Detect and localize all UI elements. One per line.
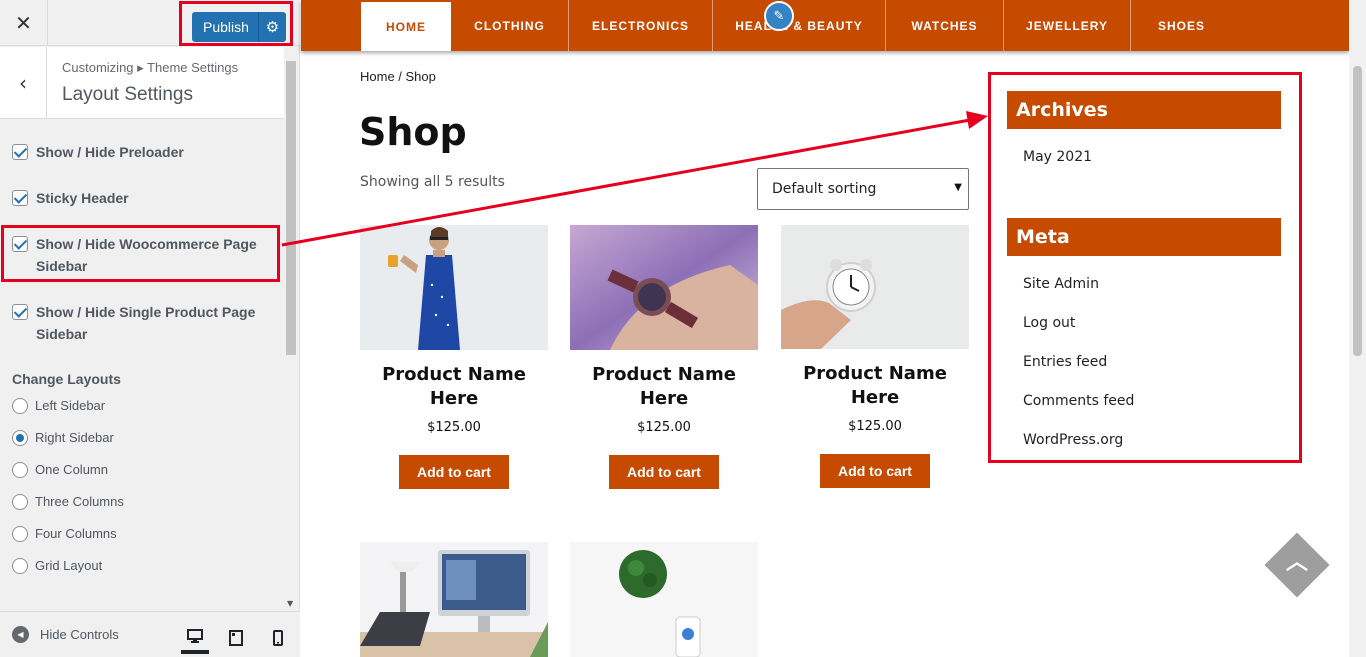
product-name[interactable]: Product Name Here <box>781 362 969 410</box>
product-image[interactable] <box>360 225 548 350</box>
preview-scrollbar[interactable] <box>1349 0 1366 657</box>
meta-link-wordpress-org[interactable]: WordPress.org <box>1023 432 1123 448</box>
product-image[interactable] <box>781 225 969 349</box>
woocommerce-sidebar-highlight-box <box>1 225 280 282</box>
site-preview: HOME CLOTHING ELECTRONICS HEALTH & BEAUT… <box>300 0 1349 657</box>
nav-watches[interactable]: WATCHES <box>886 0 1004 51</box>
edit-pencil-icon[interactable]: ✎ <box>764 1 794 31</box>
result-count: Showing all 5 results <box>360 174 505 190</box>
radio-one-column[interactable]: One Column <box>12 461 108 479</box>
checkbox-checked-icon[interactable] <box>12 190 28 206</box>
publish-label: Publish <box>203 19 249 35</box>
meta-widget-title: Meta <box>1007 218 1281 256</box>
meta-link-log-out[interactable]: Log out <box>1023 315 1075 331</box>
product-card <box>570 542 758 657</box>
close-icon[interactable]: ✕ <box>0 0 48 46</box>
archives-widget-title: Archives <box>1007 91 1281 129</box>
meta-link-entries-feed[interactable]: Entries feed <box>1023 354 1107 370</box>
archive-link[interactable]: May 2021 <box>1023 149 1092 165</box>
checkbox-label: Sticky Header <box>36 190 129 206</box>
nav-home[interactable]: HOME <box>361 2 451 51</box>
nav-electronics[interactable]: ELECTRONICS <box>569 0 713 51</box>
checkbox-label: Show / Hide Preloader <box>36 144 184 160</box>
nav-health-beauty[interactable]: HEALTH & BEAUTY <box>713 0 886 51</box>
section-title: Layout Settings <box>62 84 193 105</box>
radio-selected-icon[interactable] <box>12 430 28 446</box>
radio-three-columns[interactable]: Three Columns <box>12 493 124 511</box>
section-header: ‹ Customizing ▸ Theme Settings Layout Se… <box>0 47 284 119</box>
hide-controls-button[interactable]: ◀ Hide Controls <box>12 626 119 643</box>
product-card: Product Name Here $125.00 Add to cart <box>360 225 548 489</box>
meta-link-site-admin[interactable]: Site Admin <box>1023 276 1099 292</box>
meta-link-comments-feed[interactable]: Comments feed <box>1023 393 1134 409</box>
change-layouts-heading: Change Layouts <box>12 371 121 387</box>
checkbox-single-product-sidebar[interactable]: Show / Hide Single Product Page Sidebar <box>12 301 272 345</box>
customizer-scrollbar[interactable]: ▼ <box>284 47 299 610</box>
scrollbar-thumb[interactable] <box>286 61 296 355</box>
nav-jewellery[interactable]: JEWELLERY <box>1004 0 1131 51</box>
add-to-cart-button[interactable]: Add to cart <box>399 455 509 489</box>
page-title: Shop <box>359 110 467 154</box>
customizer-footer: ◀ Hide Controls <box>0 611 300 657</box>
radio-left-sidebar[interactable]: Left Sidebar <box>12 397 105 415</box>
customizer-breadcrumb: Customizing ▸ Theme Settings <box>62 60 239 75</box>
publish-highlight-box: Publish ⚙ <box>179 1 293 46</box>
mobile-icon[interactable] <box>264 622 292 654</box>
gear-icon[interactable]: ⚙ <box>258 12 286 42</box>
product-name[interactable]: Product Name Here <box>360 363 548 411</box>
radio-icon[interactable] <box>12 398 28 414</box>
product-image[interactable] <box>360 542 548 657</box>
product-image[interactable] <box>570 225 758 350</box>
chevron-down-icon: ▼ <box>954 182 962 193</box>
customizer-panel: ✕ Publish ⚙ ‹ Customizing ▸ Theme Settin… <box>0 0 300 657</box>
checkbox-sticky-header[interactable]: Sticky Header <box>12 187 272 209</box>
add-to-cart-button[interactable]: Add to cart <box>820 454 930 488</box>
product-price: $125.00 <box>637 420 691 435</box>
product-card: Product Name Here $125.00 Add to cart <box>570 225 758 489</box>
radio-four-columns[interactable]: Four Columns <box>12 525 117 543</box>
customizer-header: ✕ Publish ⚙ <box>0 0 300 46</box>
product-name[interactable]: Product Name Here <box>570 363 758 411</box>
radio-label: Three Columns <box>35 494 124 509</box>
scroll-down-arrow-icon[interactable]: ▼ <box>287 599 293 608</box>
product-price: $125.00 <box>427 420 481 435</box>
checkbox-checked-icon[interactable] <box>12 144 28 160</box>
tablet-icon[interactable] <box>222 622 250 654</box>
sorting-value: Default sorting <box>772 181 877 197</box>
product-price: $125.00 <box>848 419 902 434</box>
checkbox-preloader[interactable]: Show / Hide Preloader <box>12 141 272 163</box>
radio-grid-layout[interactable]: Grid Layout <box>12 557 102 575</box>
back-arrow-icon[interactable]: ‹ <box>0 47 47 118</box>
checkbox-checked-icon[interactable] <box>12 304 28 320</box>
nav-clothing[interactable]: CLOTHING <box>451 0 569 51</box>
sorting-select[interactable]: Default sorting ▼ <box>757 168 969 210</box>
radio-right-sidebar[interactable]: Right Sidebar <box>12 429 114 447</box>
collapse-left-icon: ◀ <box>12 626 29 643</box>
product-card: Product Name Here $125.00 Add to cart <box>781 225 969 488</box>
main-navigation: HOME CLOTHING ELECTRONICS HEALTH & BEAUT… <box>301 0 1349 51</box>
nav-shoes[interactable]: SHOES <box>1131 0 1232 51</box>
desktop-icon[interactable] <box>181 622 209 654</box>
hide-controls-label: Hide Controls <box>40 627 119 642</box>
chevron-up-icon[interactable]: ︿ <box>1284 550 1310 576</box>
radio-icon[interactable] <box>12 494 28 510</box>
radio-icon[interactable] <box>12 558 28 574</box>
preview-scrollbar-thumb[interactable] <box>1353 66 1362 356</box>
radio-icon[interactable] <box>12 526 28 542</box>
radio-icon[interactable] <box>12 462 28 478</box>
checkbox-label: Show / Hide Single Product Page Sidebar <box>36 304 256 342</box>
product-card <box>360 542 548 657</box>
add-to-cart-button[interactable]: Add to cart <box>609 455 719 489</box>
product-image[interactable] <box>570 542 758 657</box>
breadcrumb: Home / Shop <box>360 69 436 84</box>
publish-button[interactable]: Publish ⚙ <box>192 12 286 42</box>
